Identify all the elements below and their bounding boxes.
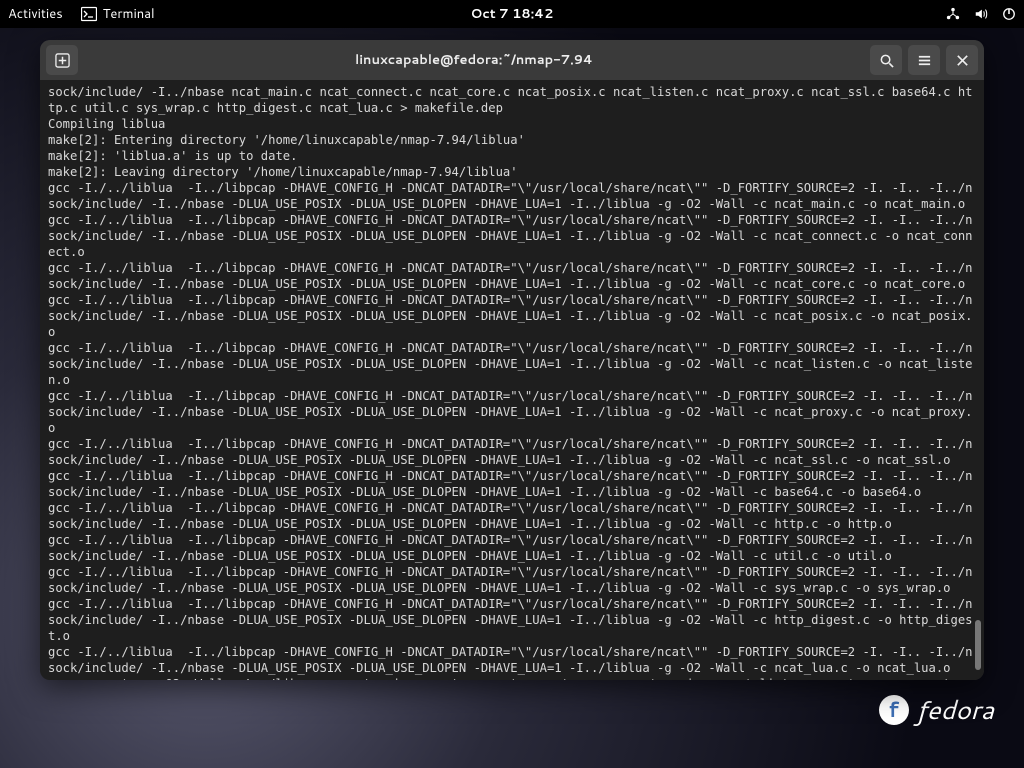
hamburger-menu-button[interactable] xyxy=(908,45,940,75)
terminal-output: sock/include/ -I../nbase ncat_main.c nca… xyxy=(48,85,973,680)
search-button[interactable] xyxy=(870,45,902,75)
active-app-indicator[interactable]: Terminal xyxy=(81,5,155,23)
volume-icon[interactable] xyxy=(974,7,988,21)
power-icon[interactable] xyxy=(1002,7,1016,21)
scrollbar-thumb[interactable] xyxy=(975,620,981,670)
fedora-wordmark: fedora xyxy=(917,692,994,728)
terminal-title: linuxcapable@fedora:~/nmap-7.94 xyxy=(84,51,864,69)
network-icon[interactable] xyxy=(946,7,960,21)
activities-button[interactable]: Activities xyxy=(8,5,63,23)
close-window-button[interactable] xyxy=(946,45,978,75)
terminal-window: linuxcapable@fedora:~/nmap-7.94 sock/inc… xyxy=(40,40,984,680)
terminal-header-bar: linuxcapable@fedora:~/nmap-7.94 xyxy=(40,40,984,80)
terminal-viewport[interactable]: sock/include/ -I../nbase ncat_main.c nca… xyxy=(40,80,984,680)
gnome-top-bar: Activities Terminal Oct 7 18:42 xyxy=(0,0,1024,28)
terminal-app-icon xyxy=(81,6,97,22)
new-tab-button[interactable] xyxy=(46,45,78,75)
clock[interactable]: Oct 7 18:42 xyxy=(471,5,554,23)
active-app-name: Terminal xyxy=(103,5,155,23)
fedora-watermark: f fedora xyxy=(879,692,994,728)
fedora-logo-icon: f xyxy=(879,695,909,725)
